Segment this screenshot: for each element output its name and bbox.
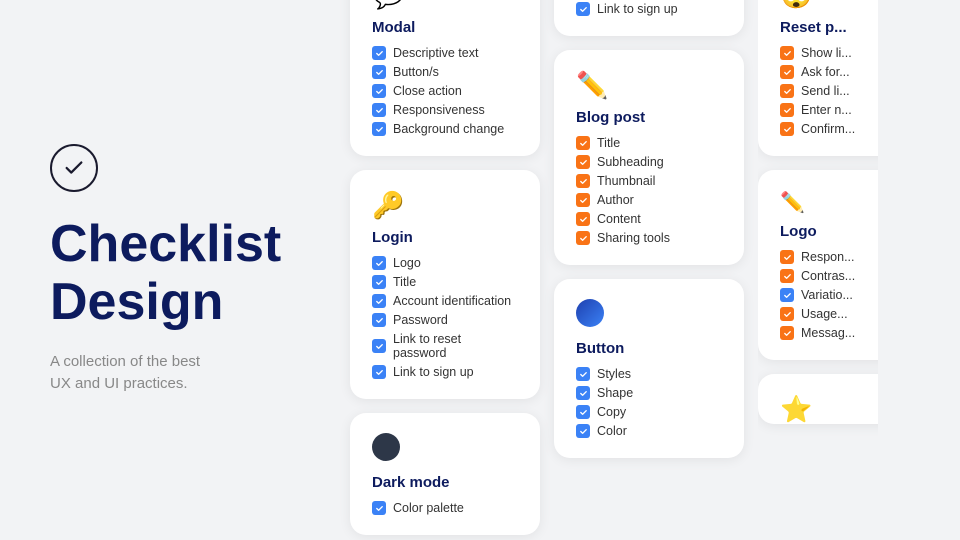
blog-icon: ✏️ xyxy=(576,70,722,101)
logo-card: ✏️ Logo Respon... Contras... Variatio...… xyxy=(758,170,878,360)
checklist-item: Password xyxy=(372,313,518,327)
logo-card-title: Logo xyxy=(780,223,878,240)
checklist-item: Background change xyxy=(372,122,518,136)
checklist-item: Logo xyxy=(372,256,518,270)
login-card: 🔑 Login Logo Title Account identificatio… xyxy=(350,170,540,399)
blog-post-card: ✏️ Blog post Title Subheading Thumbnail … xyxy=(554,50,744,265)
check-blue xyxy=(576,2,590,16)
left-panel: Checklist Design A collection of the bes… xyxy=(0,0,340,540)
checklist-item: Usage... xyxy=(780,307,878,321)
checklist-item: Variatio... xyxy=(780,288,878,302)
checklist-item: Ask for... xyxy=(780,65,878,79)
check-blue xyxy=(372,294,386,308)
check-blue xyxy=(576,367,590,381)
cards-column-3: 🤯 Reset p... Show li... Ask for... Send … xyxy=(758,0,878,520)
button-icon xyxy=(576,299,604,327)
check-orange xyxy=(780,46,794,60)
check-blue xyxy=(576,386,590,400)
checklist-item: Title xyxy=(372,275,518,289)
check-blue xyxy=(372,365,386,379)
checklist-item: Title xyxy=(576,136,722,150)
checklist-item: Close action xyxy=(372,84,518,98)
login-title: Login xyxy=(372,229,518,246)
cards-column-2: Password Link to reset password Link to … xyxy=(554,20,744,520)
copy-item: Copy xyxy=(576,405,722,419)
dark-mode-title: Dark mode xyxy=(372,474,518,491)
checklist-item: Descriptive text xyxy=(372,46,518,60)
logo-icon: ✏️ xyxy=(780,190,878,215)
checklist-item: Author xyxy=(576,193,722,207)
checklist-item: Enter n... xyxy=(780,103,878,117)
login-icon: 🔑 xyxy=(372,190,518,221)
checklist-item: Button/s xyxy=(372,65,518,79)
checklist-item: Color palette xyxy=(372,501,518,515)
blog-post-title: Blog post xyxy=(576,109,722,126)
modal-card: 💬 Modal Descriptive text Button/s Close … xyxy=(350,0,540,156)
checklist-item: Subheading xyxy=(576,155,722,169)
reset-title: Reset p... xyxy=(780,19,878,36)
check-blue xyxy=(372,339,386,353)
checklist-item: Styles xyxy=(576,367,722,381)
check-orange xyxy=(576,174,590,188)
login-partial-card: Password Link to reset password Link to … xyxy=(554,0,744,36)
checklist-item: Color xyxy=(576,424,722,438)
main-title: Checklist Design xyxy=(50,216,290,330)
cards-column-1: 💬 Modal Descriptive text Button/s Close … xyxy=(350,0,540,520)
check-blue xyxy=(372,122,386,136)
checklist-item: Send li... xyxy=(780,84,878,98)
check-blue xyxy=(372,501,386,515)
check-orange xyxy=(576,136,590,150)
check-blue xyxy=(576,424,590,438)
check-orange xyxy=(576,212,590,226)
checklist-item: Account identification xyxy=(372,294,518,308)
checklist-item: Respon... xyxy=(780,250,878,264)
checklist-item: Messag... xyxy=(780,326,878,340)
check-blue xyxy=(576,405,590,419)
check-blue xyxy=(372,275,386,289)
check-orange xyxy=(780,65,794,79)
checklist-item: Shape xyxy=(576,386,722,400)
check-orange xyxy=(780,250,794,264)
dark-mode-icon xyxy=(372,433,400,461)
check-orange xyxy=(780,326,794,340)
checklist-item: Responsiveness xyxy=(372,103,518,117)
checklist-item: Thumbnail xyxy=(576,174,722,188)
check-orange xyxy=(780,269,794,283)
checklist-item: Link to sign up xyxy=(576,2,722,16)
check-orange xyxy=(780,103,794,117)
subtitle: A collection of the bestUX and UI practi… xyxy=(50,351,290,396)
check-blue xyxy=(372,46,386,60)
check-orange xyxy=(780,122,794,136)
cards-area: 💬 Modal Descriptive text Button/s Close … xyxy=(340,0,960,540)
star-icon: ⭐ xyxy=(780,394,878,424)
check-blue xyxy=(372,313,386,327)
checklist-item: Contras... xyxy=(780,269,878,283)
check-orange xyxy=(576,155,590,169)
modal-icon: 💬 xyxy=(372,0,518,11)
check-circle-icon xyxy=(50,144,98,192)
check-blue xyxy=(372,65,386,79)
button-card: Button Styles Shape Copy Color xyxy=(554,279,744,458)
check-orange xyxy=(780,84,794,98)
checklist-item: Show li... xyxy=(780,46,878,60)
check-orange xyxy=(780,307,794,321)
modal-title: Modal xyxy=(372,19,518,36)
checklist-item: Confirm... xyxy=(780,122,878,136)
checklist-item: Link to sign up xyxy=(372,365,518,379)
check-orange xyxy=(576,231,590,245)
reset-icon: 🤯 xyxy=(780,0,878,11)
partial-bottom-card: ⭐ xyxy=(758,374,878,424)
check-blue xyxy=(780,288,794,302)
check-orange xyxy=(576,193,590,207)
check-blue xyxy=(372,84,386,98)
reset-password-card: 🤯 Reset p... Show li... Ask for... Send … xyxy=(758,0,878,156)
button-card-title: Button xyxy=(576,340,722,357)
check-blue xyxy=(372,103,386,117)
checklist-item: Sharing tools xyxy=(576,231,722,245)
dark-mode-card: Dark mode Color palette xyxy=(350,413,540,535)
check-blue xyxy=(372,256,386,270)
checklist-item: Link to reset password xyxy=(372,332,518,360)
checklist-item: Content xyxy=(576,212,722,226)
